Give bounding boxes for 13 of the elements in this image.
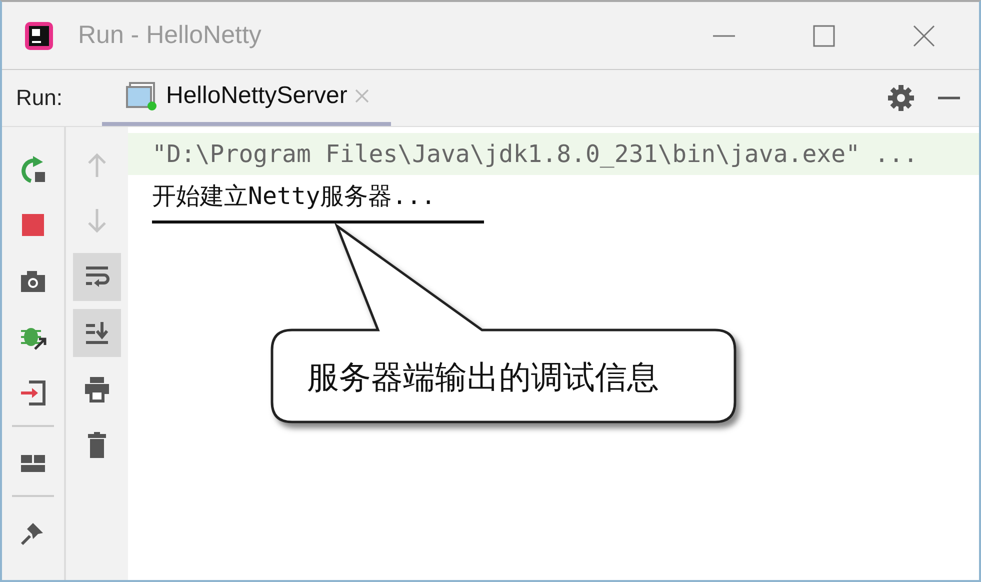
run-label: Run: [15, 85, 64, 111]
app-logo-icon [24, 20, 54, 50]
run-tab[interactable]: HelloNettyServer [102, 70, 392, 126]
callout-text: 服务器端输出的调试信息 [307, 358, 659, 397]
stop-icon[interactable] [19, 211, 47, 239]
rerun-icon[interactable] [19, 155, 47, 183]
window-title: Run - HelloNetty [78, 21, 262, 50]
scroll-down-icon[interactable] [83, 319, 111, 347]
console-output: 开始建立Netty服务器... [152, 181, 436, 212]
printer-icon[interactable] [83, 375, 111, 403]
exit-icon[interactable] [19, 379, 47, 407]
settings-icon[interactable] [887, 84, 915, 112]
command-line: "D:\Program Files\Java\jdk1.8.0_231\bin\java.exe" ... [152, 140, 918, 168]
